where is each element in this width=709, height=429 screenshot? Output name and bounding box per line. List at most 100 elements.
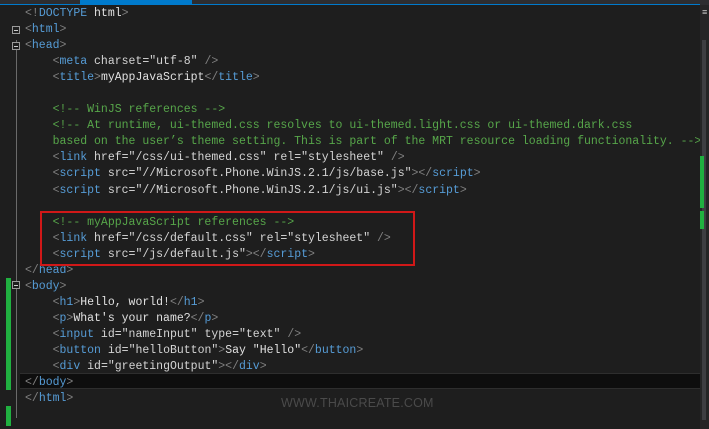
code-text: myAppJavaScript [100, 71, 205, 85]
attribute-name: type [197, 327, 233, 341]
tag-bracket: > [211, 311, 219, 325]
code-line[interactable]: based on the user’s theme setting. This … [25, 134, 702, 150]
change-bar [6, 278, 11, 390]
code-editor[interactable]: <!DOCTYPE html> <html> <head> <meta charse… [25, 6, 701, 407]
split-window-icon[interactable]: ≡ [702, 8, 709, 18]
code-line[interactable]: <body> [25, 279, 701, 295]
attribute-name: src [100, 167, 129, 181]
code-line[interactable]: <meta charset="utf-8" /> [25, 54, 701, 70]
code-line[interactable]: <button id="helloButton">Say "Hello"</bu… [25, 343, 701, 359]
code-line[interactable]: <script src="//Microsoft.Phone.WinJS.2.1… [25, 183, 701, 199]
code-line[interactable]: <input id="nameInput" type="text" /> [25, 327, 701, 343]
code-line[interactable]: <p>What's your name?</p> [25, 311, 701, 327]
code-line[interactable]: <html> [25, 22, 701, 38]
collapse-body-icon[interactable] [12, 281, 20, 289]
collapse-html-icon[interactable] [12, 26, 20, 34]
code-line[interactable]: <div id="greetingOutput"></div> [25, 359, 701, 375]
code-text: = [114, 327, 122, 341]
highlight-box [40, 211, 415, 266]
code-line[interactable]: <!-- At runtime, ui-themed.css resolves … [25, 118, 701, 134]
code-line[interactable]: <head> [25, 38, 701, 54]
code-line[interactable] [25, 86, 701, 102]
attribute-name: rel [266, 151, 295, 165]
tag-bracket: < [25, 279, 32, 293]
tag-bracket: > [356, 343, 364, 357]
tag-name: html [31, 23, 60, 37]
tag-bracket: < [52, 151, 60, 165]
scrollbar-change-mark [700, 211, 704, 229]
code-line[interactable]: <h1>Hello, world!</h1> [25, 295, 701, 311]
watermark: WWW.THAICREATE.COM [281, 396, 434, 410]
tag-bracket: </ [25, 263, 39, 277]
tag-bracket: > [59, 39, 67, 53]
code-text: Hello, world! [80, 295, 170, 309]
tag-bracket: < [52, 327, 60, 341]
tag-bracket: </ [301, 343, 315, 357]
tag-bracket: <! [25, 7, 39, 20]
attribute-name: id [94, 327, 115, 341]
tag-bracket: > [252, 71, 260, 85]
collapse-head-icon[interactable] [12, 42, 20, 50]
attribute-value: "//Microsoft.Phone.WinJS.2.1/js/base.js" [135, 167, 412, 181]
tag-name: button [59, 343, 101, 357]
tag-name: title [59, 71, 95, 85]
tag-bracket: < [52, 295, 60, 309]
tag-bracket: < [52, 167, 60, 181]
tag-bracket: ></ [411, 167, 433, 181]
tag-name: html [38, 392, 67, 406]
code-line[interactable]: <link href="/css/ui-themed.css" rel="sty… [25, 150, 701, 166]
vertical-scrollbar[interactable] [700, 5, 709, 429]
code-text: = [100, 360, 108, 374]
tag-bracket: </ [204, 71, 219, 85]
code-text: = [121, 343, 129, 357]
tag-name: div [239, 360, 260, 374]
comment: <!-- WinJS references --> [52, 103, 226, 117]
tag-bracket: </ [190, 311, 205, 325]
tag-name: h1 [183, 295, 198, 309]
tag-bracket: > [66, 392, 74, 406]
tag-name: DOCTYPE [38, 7, 88, 20]
attribute-name: id [80, 360, 101, 374]
code-line[interactable]: <script src="//Microsoft.Phone.WinJS.2.1… [25, 166, 701, 182]
attribute-value: "/css/ui-themed.css" [128, 151, 267, 165]
tag-bracket: < [52, 183, 60, 197]
tag-name: button [314, 343, 357, 357]
scrollbar-change-mark [700, 156, 704, 208]
tag-bracket: > [459, 183, 467, 197]
tag-name: script [418, 183, 460, 197]
attribute-value: "stylesheet" [301, 151, 384, 165]
code-line[interactable]: <title>myAppJavaScript</title> [25, 70, 701, 86]
attribute-value: "text" [239, 327, 281, 341]
tag-name: input [59, 327, 95, 341]
tag-name: script [59, 167, 101, 181]
code-line[interactable]: </body> [25, 375, 701, 391]
change-bar [6, 406, 11, 426]
attribute-name: src [100, 183, 129, 197]
code-line[interactable]: <!DOCTYPE html> [25, 6, 701, 22]
tag-bracket: > [94, 71, 101, 85]
code-line[interactable]: <!-- WinJS references --> [25, 102, 701, 118]
tag-bracket: /> [280, 327, 302, 341]
tab-underline [0, 4, 700, 5]
tag-bracket: < [52, 71, 60, 85]
outline-guide [16, 40, 17, 418]
tag-bracket: /> [383, 151, 405, 165]
attribute-name: id [100, 343, 122, 357]
tag-bracket: ></ [397, 183, 419, 197]
scrollbar-thumb[interactable] [702, 40, 706, 420]
tag-bracket: > [59, 279, 67, 293]
tag-bracket: </ [25, 392, 39, 406]
attribute-value: "greetingOutput" [107, 360, 219, 374]
tag-bracket: > [473, 167, 481, 181]
code-text: What's your name? [73, 311, 191, 325]
attribute-name: charset [87, 55, 143, 69]
tag-name: title [218, 71, 253, 85]
tag-name: body [38, 376, 67, 390]
